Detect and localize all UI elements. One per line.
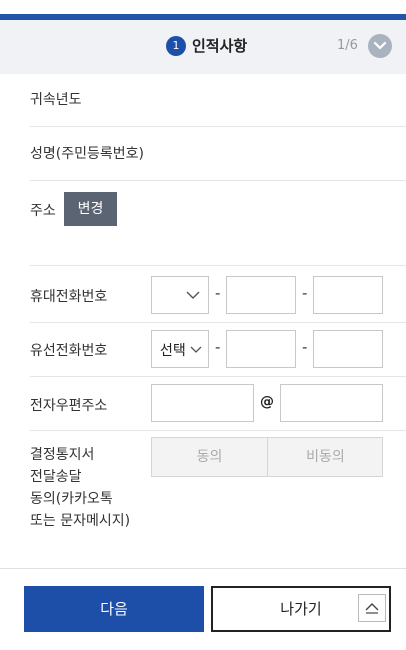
mobile-label: 휴대전화번호 [30,289,108,305]
dash: - [215,284,221,302]
consent-label-line: 전달송달 [30,469,82,485]
chevron-down-icon [190,346,202,353]
email-label: 전자우편주소 [30,398,108,414]
divider [30,265,406,266]
chevron-up-icon [365,603,379,614]
email-id-input[interactable] [151,384,254,422]
address-change-button[interactable]: 변경 [64,192,117,226]
landline-middle-input[interactable] [226,330,296,368]
consent-label: 결정통지서 전달송달 동의(카카오톡 또는 문자메시지) [30,444,130,532]
dash: - [302,338,308,356]
consent-toggle-group: 동의 비동의 [151,437,383,477]
step-title: 인적사항 [192,37,248,55]
chevron-down-icon [186,291,200,299]
email-at-sign: @ [260,394,274,410]
landline-select-value: 선택 [160,343,186,359]
step-number-badge: 1 [166,36,186,56]
divider [30,126,406,127]
consent-label-line: 동의(카카오톡 [30,491,113,507]
landline-prefix-select[interactable]: 선택 [151,330,209,368]
step-count: 1/6 [337,38,358,53]
landline-label: 유선전화번호 [30,343,108,359]
landline-last-input[interactable] [313,330,383,368]
scroll-to-top-button[interactable] [358,594,386,622]
dash: - [302,284,308,302]
mobile-prefix-select[interactable] [151,276,209,314]
divider [30,180,406,181]
dash: - [215,338,221,356]
name-label: 성명(주민등록번호) [30,146,144,162]
consent-label-line: 또는 문자메시지) [30,513,131,529]
address-label: 주소 [30,203,56,219]
consent-label-line: 결정통지서 [30,447,95,463]
divider [30,376,406,377]
divider [30,322,406,323]
chevron-down-icon [373,41,387,50]
next-button[interactable]: 다음 [24,586,204,632]
mobile-last-input[interactable] [313,276,383,314]
divider [30,430,406,431]
year-label: 귀속년도 [30,92,82,108]
consent-agree-button[interactable]: 동의 [152,438,267,476]
footer-divider [0,568,406,569]
step-toggle-button[interactable] [368,34,392,58]
consent-disagree-button[interactable]: 비동의 [268,438,383,476]
mobile-middle-input[interactable] [226,276,296,314]
email-domain-input[interactable] [280,384,383,422]
